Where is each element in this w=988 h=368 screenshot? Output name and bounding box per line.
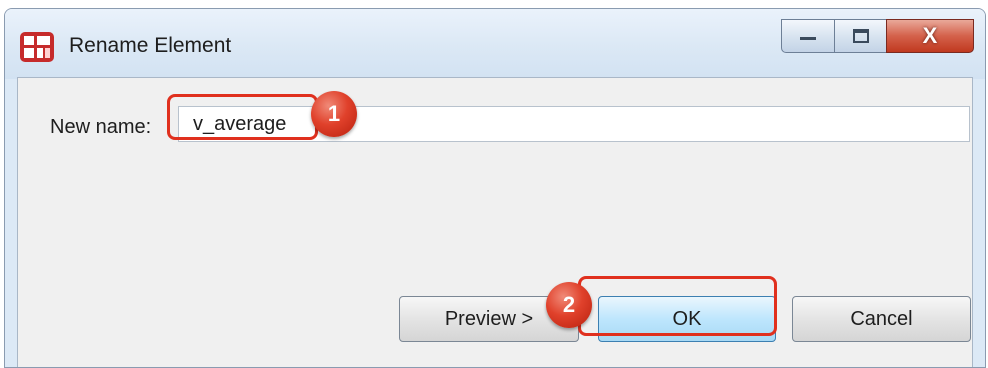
close-icon: X [922,23,938,48]
app-icon [20,32,54,62]
close-button[interactable]: X [886,19,974,53]
ok-button[interactable]: OK [598,296,776,342]
maximize-button[interactable] [834,19,887,53]
new-name-label: New name: [50,116,152,138]
minimize-button[interactable] [781,19,835,53]
title-bar[interactable]: Rename Element X [5,9,985,79]
maximize-icon [852,29,869,43]
cancel-button[interactable]: Cancel [792,296,971,342]
step-badge-2: 2 [546,282,592,328]
dialog-content: New name: Preview > OK Cancel [17,77,973,367]
rename-element-dialog: Rename Element X New name: Preview > OK … [4,8,986,368]
dialog-title: Rename Element [69,34,232,57]
minimize-icon [800,37,816,40]
step-badge-1: 1 [311,91,357,137]
new-name-input[interactable] [178,106,970,142]
